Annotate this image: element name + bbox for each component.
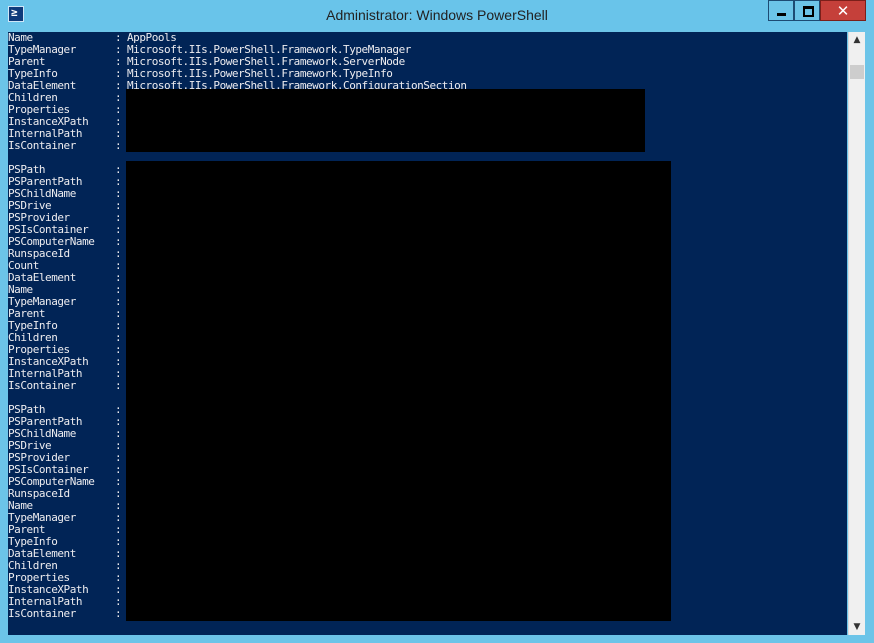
redaction-block-2 bbox=[126, 161, 671, 621]
window-title: Administrator: Windows PowerShell bbox=[326, 7, 548, 23]
maximize-button[interactable] bbox=[794, 0, 820, 21]
console-output[interactable]: Name: AppPools TypeManager: Microsoft.IIs.P… bbox=[8, 32, 847, 635]
maximize-icon bbox=[803, 6, 814, 17]
console-line-sep: : bbox=[115, 379, 122, 392]
scroll-up-icon[interactable]: ▲ bbox=[849, 32, 865, 48]
close-button[interactable]: ✕ bbox=[820, 0, 866, 21]
scroll-down-icon[interactable]: ▼ bbox=[849, 619, 865, 635]
console-line-key: IsContainer bbox=[8, 607, 76, 620]
vertical-scrollbar[interactable]: ▲ ▼ bbox=[848, 32, 865, 635]
console-line-key: IsContainer bbox=[8, 379, 76, 392]
redaction-block-1 bbox=[126, 89, 645, 152]
console-line-sep: : bbox=[115, 139, 122, 152]
minimize-button[interactable] bbox=[768, 0, 794, 21]
console-line-key: IsContainer bbox=[8, 139, 76, 152]
title-bar[interactable]: ≥ Administrator: Windows PowerShell ✕ bbox=[0, 0, 874, 30]
console-line-sep: : bbox=[115, 607, 122, 620]
minimize-icon bbox=[777, 13, 786, 16]
close-icon: ✕ bbox=[836, 2, 850, 20]
scroll-thumb[interactable] bbox=[850, 65, 864, 79]
